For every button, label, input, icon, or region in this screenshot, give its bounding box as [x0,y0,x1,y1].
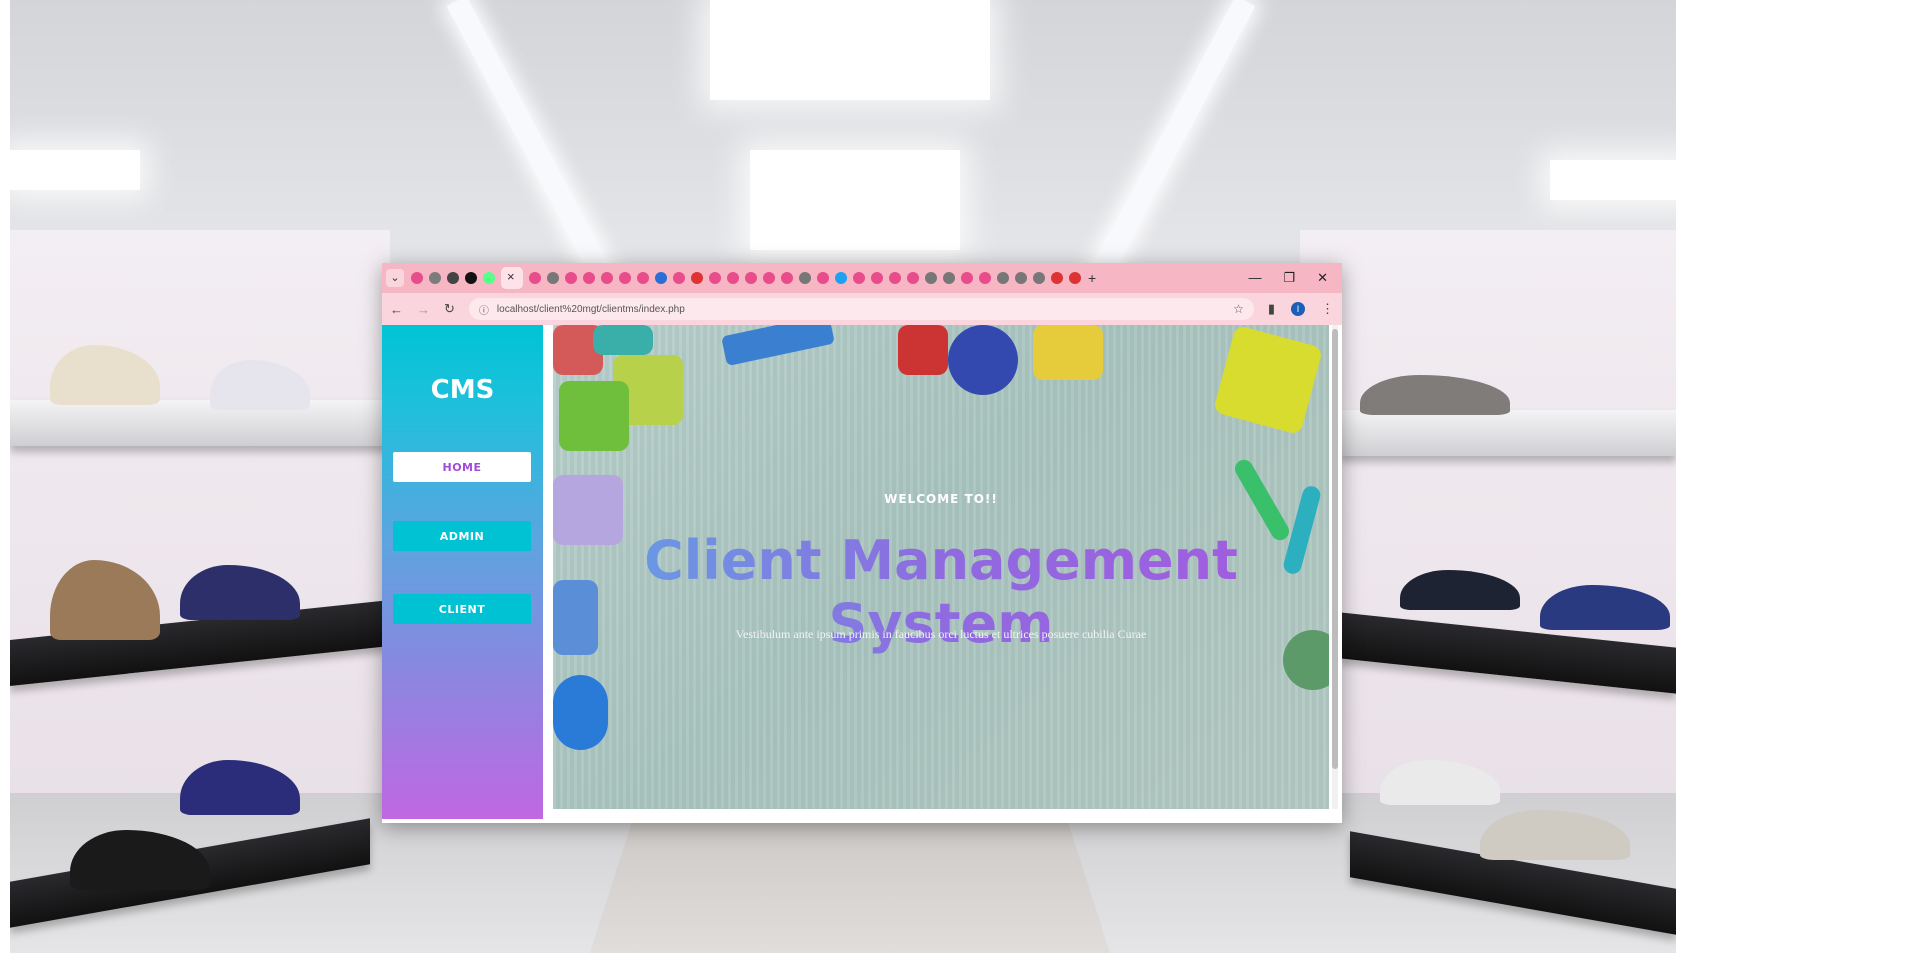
tab-favicon[interactable] [835,272,847,284]
tab-favicon[interactable] [889,272,901,284]
toy-block-decoration [948,325,1018,395]
page-content: CMS HOME ADMIN CLIENT WELCOME TO!! Clien… [382,325,1342,823]
toy-duck-decoration [553,675,608,750]
tab-favicon[interactable] [781,272,793,284]
profile-avatar[interactable]: I [1291,302,1305,316]
new-tab-button[interactable]: + [1088,270,1096,286]
tab-favicon[interactable] [997,272,1009,284]
page-scrollbar-thumb[interactable] [1332,329,1338,769]
tab-favicon[interactable] [871,272,883,284]
nav-home-button[interactable]: HOME [393,452,531,482]
tab-favicon[interactable] [565,272,577,284]
bookmark-star-icon[interactable]: ☆ [1233,302,1244,316]
nav-client-button[interactable]: CLIENT [393,594,531,624]
browser-window: ⌄ + [382,263,1342,823]
tab-favicon[interactable] [601,272,613,284]
tab-favicon[interactable] [465,272,477,284]
hero-banner: WELCOME TO!! Client Management System Ve… [553,325,1329,809]
tab-favicon[interactable] [673,272,685,284]
hero-subtitle: Vestibulum ante ipsum primis in faucibus… [735,627,1147,641]
puzzle-piece-decoration [559,381,629,451]
shelf [10,400,390,446]
tab-favicon[interactable] [925,272,937,284]
window-controls: — ❐ ✕ [1248,270,1338,286]
address-bar[interactable]: ⓘ localhost/client%20mgt/clientms/index.… [468,298,1254,320]
tab-favicon[interactable] [763,272,775,284]
browser-toolbar: ← → ↻ ⓘ localhost/client%20mgt/clientms/… [382,293,1342,325]
tab-favicon[interactable] [817,272,829,284]
tab-favicon[interactable] [429,272,441,284]
tab-favicon[interactable] [1051,272,1063,284]
sidebar: CMS HOME ADMIN CLIENT [382,325,543,819]
tab-favicon[interactable] [961,272,973,284]
sidebar-gap [543,325,553,823]
tab-favicon[interactable] [943,272,955,284]
tab-favicon[interactable] [547,272,559,284]
ceiling-light [1550,160,1676,200]
puzzle-piece-decoration [593,325,653,355]
tab-favicon[interactable] [907,272,919,284]
shelf [1340,410,1676,456]
nav-admin-button[interactable]: ADMIN [393,521,531,551]
tab-favicon[interactable] [691,272,703,284]
ceiling-light [750,150,960,250]
tab-favicon[interactable] [637,272,649,284]
toolbar-right: ▮ I ⋮ [1268,301,1334,317]
tab-favicon[interactable] [1069,272,1081,284]
close-icon[interactable]: ✕ [1317,270,1328,286]
site-info-icon[interactable]: ⓘ [479,302,489,317]
tab-favicon[interactable] [727,272,739,284]
tab-favicon[interactable] [745,272,757,284]
ceiling-light [710,0,990,100]
tab-active-close[interactable] [501,267,523,289]
tab-favicon[interactable] [1033,272,1045,284]
tab-favicon[interactable] [799,272,811,284]
menu-kebab-icon[interactable]: ⋮ [1321,301,1334,317]
welcome-text: WELCOME TO!! [884,492,998,506]
tab-favicon[interactable] [853,272,865,284]
tab-favicon[interactable] [447,272,459,284]
tab-favicon[interactable] [709,272,721,284]
toy-block-decoration [1033,325,1103,380]
url-text[interactable]: localhost/client%20mgt/clientms/index.ph… [497,304,685,315]
minimize-icon[interactable]: — [1248,270,1261,286]
ceiling-light [10,150,140,190]
tab-favicon[interactable] [619,272,631,284]
tab-favicon[interactable] [529,272,541,284]
side-panel-icon[interactable]: ▮ [1268,301,1275,317]
tab-favicon[interactable] [583,272,595,284]
forward-icon[interactable]: → [417,302,430,317]
tab-favicon[interactable] [655,272,667,284]
brand-logo[interactable]: CMS [382,375,543,405]
reload-icon[interactable]: ↻ [444,301,455,317]
tab-favicon[interactable] [1015,272,1027,284]
tab-strip: ⌄ + [382,263,1342,293]
tab-search-button[interactable]: ⌄ [386,269,404,287]
toy-block-decoration [898,325,948,375]
tab-favicon[interactable] [411,272,423,284]
tab-favicon[interactable] [483,272,495,284]
back-icon[interactable]: ← [390,302,403,317]
tab-favicon[interactable] [979,272,991,284]
rug [590,823,1110,953]
restore-icon[interactable]: ❐ [1283,270,1295,286]
